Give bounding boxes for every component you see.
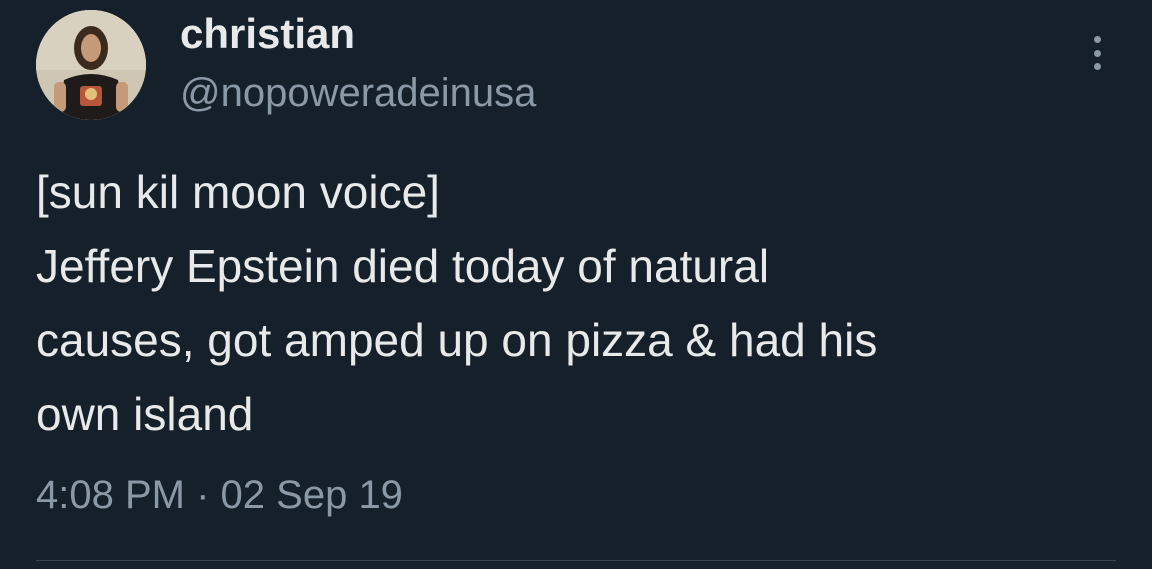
tweet-text: [sun kil moon voice] Jeffery Epstein die… — [36, 155, 1136, 451]
tweet-text-line: own island — [36, 388, 254, 440]
tweet-date: 02 Sep 19 — [220, 473, 403, 517]
display-name[interactable]: christian — [180, 8, 355, 60]
divider — [36, 560, 1116, 561]
more-dot — [1093, 63, 1101, 70]
tweet-text-line: causes, got amped up on pizza & had his — [36, 314, 878, 366]
tweet-text-line: [sun kil moon voice] — [36, 166, 440, 218]
more-dot — [1093, 49, 1101, 57]
more-vertical-icon[interactable] — [1080, 30, 1114, 76]
timestamp-separator: · — [196, 473, 210, 517]
tweet: christian @nopoweradeinusa [sun kil moon… — [0, 0, 1152, 569]
tweet-time: 4:08 PM — [36, 473, 185, 517]
tweet-text-line: Jeffery Epstein died today of natural — [36, 240, 770, 292]
more-dot — [1093, 36, 1101, 43]
user-handle[interactable]: @nopoweradeinusa — [180, 68, 536, 118]
tweet-timestamp[interactable]: 4:08 PM · 02 Sep 19 — [36, 470, 403, 520]
avatar[interactable] — [36, 10, 146, 120]
